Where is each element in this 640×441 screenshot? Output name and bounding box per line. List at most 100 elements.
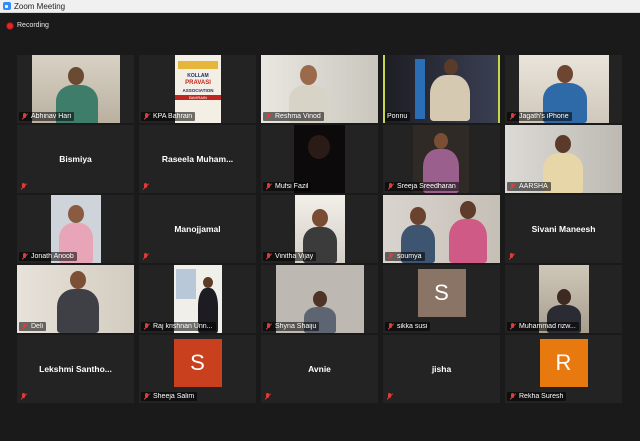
participant-name: Vinitha Vijay: [275, 253, 314, 260]
window-title: Zoom Meeting: [14, 1, 66, 11]
muted-mic-icon: [265, 253, 272, 260]
participant-name-tag: Sheeja Salim: [141, 392, 198, 401]
banner-text-1: KOLLAM: [187, 73, 209, 79]
muted-mic-icon: [265, 323, 272, 330]
participant-tile[interactable]: Lekshmi Santho...: [17, 335, 134, 403]
participant-tile[interactable]: jisha: [383, 335, 500, 403]
participant-name-tag: Shyna Shaiju: [263, 322, 320, 331]
muted-mic-icon: [509, 183, 516, 190]
muted-mic-icon: [387, 183, 394, 190]
participant-name: Deli: [31, 323, 44, 330]
participant-name-tag: soumya: [385, 252, 425, 261]
participant-tile[interactable]: S sikka susi: [383, 265, 500, 333]
avatar-letter: R: [555, 350, 572, 375]
participant-tile[interactable]: Sreeja Sreedharan: [383, 125, 500, 193]
participant-name: Jagath's iPhone: [519, 113, 569, 120]
participant-tile[interactable]: Vinitha Vijay: [261, 195, 378, 263]
participant-display-name: Manojjamal: [174, 224, 221, 234]
participant-name-tag: Abhinav Hari: [19, 112, 75, 121]
muted-mic-icon: [265, 113, 272, 120]
muted-mic-icon: [143, 323, 150, 330]
participant-avatar: S: [173, 339, 222, 387]
participant-display-name: Sivani Maneesh: [531, 224, 596, 234]
person-figure: [430, 59, 470, 121]
participant-tile[interactable]: Sivani Maneesh: [505, 195, 622, 263]
participant-tile[interactable]: Shyna Shaiju: [261, 265, 378, 333]
participant-name-tag: Mufsi Fazil: [263, 182, 312, 191]
participant-name: Jonath Anoob: [31, 253, 74, 260]
muted-mic-icon: [21, 253, 28, 260]
participant-tile[interactable]: Abhinav Hari: [17, 55, 134, 123]
window-titlebar: Zoom Meeting: [0, 0, 640, 13]
participant-name-tag: Raj krishnan Unn...: [141, 322, 216, 331]
participant-avatar: R: [539, 339, 588, 387]
muted-mic-icon: [509, 323, 516, 330]
participant-name: Sheeja Salim: [153, 393, 195, 400]
participant-name-tag: Sreeja Sreedharan: [385, 182, 459, 191]
participant-tile[interactable]: KOLLAM PRAVASI ASSOCIATION BAHRAIN KPA B…: [139, 55, 256, 123]
muted-mic-icon: [21, 113, 28, 120]
participant-name-tag: Deli: [19, 322, 47, 331]
participant-avatar: S: [417, 269, 466, 317]
participant-display-name: Bismiya: [59, 154, 92, 164]
meeting-top-bar: Recording: [0, 14, 640, 54]
participant-tile[interactable]: soumya: [383, 195, 500, 263]
participant-name-tag: KPA Bahrain: [141, 112, 196, 121]
banner-text-2: PRAVASI: [185, 80, 211, 86]
banner-text-4: BAHRAIN: [175, 95, 221, 100]
muted-mic-icon: [508, 253, 515, 260]
participant-tile[interactable]: Mufsi Fazil: [261, 125, 378, 193]
participant-name: Mufsi Fazil: [275, 183, 309, 190]
participant-name: Muhammad rizw...: [519, 323, 576, 330]
muted-mic-icon: [509, 113, 516, 120]
participant-name-tag: Reshma Vinod: [263, 112, 324, 121]
participant-name-tag: Vinitha Vijay: [263, 252, 317, 261]
participant-name: sikka susi: [397, 323, 428, 330]
banner-text-3: ASSOCIATION: [182, 88, 214, 93]
participant-name: Sreeja Sreedharan: [397, 183, 456, 190]
muted-mic-icon: [386, 393, 393, 400]
muted-mic-icon: [265, 183, 272, 190]
participant-tile[interactable]: S Sheeja Salim: [139, 335, 256, 403]
participant-tile[interactable]: Deli: [17, 265, 134, 333]
participant-tile[interactable]: Reshma Vinod: [261, 55, 378, 123]
participant-name-tag: Muhammad rizw...: [507, 322, 579, 331]
participant-name: Abhinav Hari: [31, 113, 72, 120]
muted-mic-icon: [143, 393, 150, 400]
participant-name: Raj krishnan Unn...: [153, 323, 213, 330]
participant-display-name: Raseela Muham...: [161, 154, 234, 164]
zoom-app-icon: [3, 2, 11, 10]
muted-mic-icon: [21, 323, 28, 330]
participant-tile[interactable]: Manojjamal: [139, 195, 256, 263]
muted-mic-icon: [20, 393, 27, 400]
gallery-view: Abhinav Hari KOLLAM PRAVASI ASSOCIATION …: [17, 55, 622, 405]
muted-mic-icon: [20, 183, 27, 190]
muted-mic-icon: [387, 253, 394, 260]
participant-tile[interactable]: Raseela Muham...: [139, 125, 256, 193]
participant-tile[interactable]: Muhammad rizw...: [505, 265, 622, 333]
participant-tile[interactable]: Jonath Anoob: [17, 195, 134, 263]
participant-tile[interactable]: AARSHA: [505, 125, 622, 193]
participant-name-tag: Rekha Suresh: [507, 392, 567, 401]
avatar-letter: S: [434, 280, 449, 305]
recording-indicator[interactable]: Recording: [7, 22, 49, 29]
participant-tile[interactable]: Raj krishnan Unn...: [139, 265, 256, 333]
participant-tile[interactable]: Avnie: [261, 335, 378, 403]
participant-tile[interactable]: Jagath's iPhone: [505, 55, 622, 123]
recording-dot-icon: [7, 22, 13, 29]
muted-mic-icon: [509, 393, 516, 400]
person-figure: [449, 201, 487, 263]
participant-display-name: Avnie: [308, 364, 331, 374]
participant-name: Shyna Shaiju: [275, 323, 317, 330]
participant-name: Reshma Vinod: [275, 113, 321, 120]
participant-tile-active-speaker[interactable]: Ponnu: [383, 55, 500, 123]
participant-name-tag: AARSHA: [507, 182, 551, 191]
participant-tile[interactable]: R Rekha Suresh: [505, 335, 622, 403]
participant-name: soumya: [397, 253, 422, 260]
participant-display-name: Lekshmi Santho...: [39, 364, 112, 374]
muted-mic-icon: [142, 253, 149, 260]
participant-name: Rekha Suresh: [519, 393, 564, 400]
participant-name: AARSHA: [519, 183, 548, 190]
participant-display-name: jisha: [431, 364, 452, 374]
participant-tile[interactable]: Bismiya: [17, 125, 134, 193]
